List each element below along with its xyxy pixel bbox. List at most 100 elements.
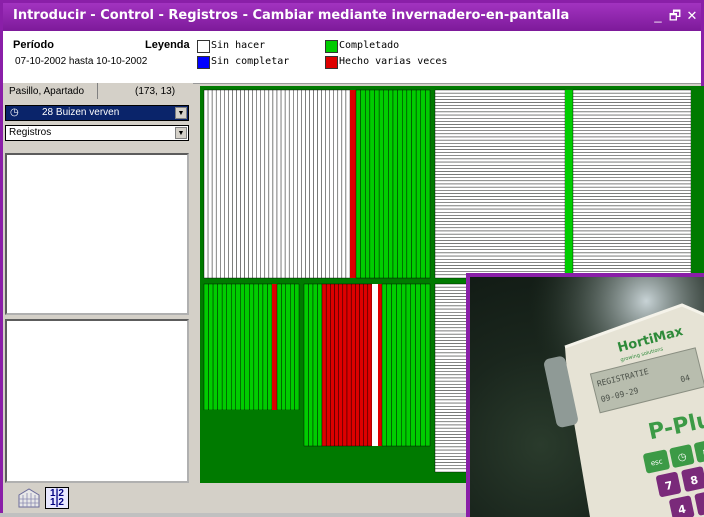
bed-row: [434, 130, 566, 135]
bed-row: [572, 127, 692, 131]
minimize-button[interactable]: _: [649, 7, 667, 25]
bed-row: [434, 161, 566, 166]
bed-row: [434, 124, 566, 128]
bed-row: [249, 283, 255, 411]
bed-row: [434, 136, 566, 141]
bed-row: [572, 121, 692, 125]
bed-row: [221, 283, 227, 411]
bed-row: [572, 96, 692, 100]
bed-row: [321, 283, 327, 447]
bed-row: [284, 89, 290, 279]
bed-row: [572, 180, 692, 185]
bed-row: [369, 89, 375, 279]
location-bar: Pasillo, Apartado (173, 13): [5, 83, 189, 103]
bed-row: [215, 89, 221, 279]
bed-row: [434, 237, 566, 241]
bed-row: [434, 146, 566, 150]
bed-row: [396, 283, 402, 447]
bed-row: [406, 89, 412, 279]
bed-row: [232, 89, 237, 279]
close-button[interactable]: ✕: [683, 7, 701, 25]
bed-row: [434, 193, 566, 197]
bed-row: [572, 205, 692, 210]
bed-row: [572, 102, 692, 106]
bed-row: [572, 230, 692, 235]
task-select-value: 28 Buizen verven: [42, 107, 120, 118]
bed-row: [434, 149, 566, 153]
legend-swatch-done-multiple: [325, 56, 338, 69]
bed-row: [411, 89, 417, 279]
bed-row: [434, 108, 566, 113]
bed-row: [572, 99, 692, 103]
task-select[interactable]: ◷ 28 Buizen verven ▼: [5, 105, 189, 121]
bed-row: [280, 89, 286, 279]
bed-row: [572, 221, 692, 225]
location-label: Pasillo, Apartado: [9, 86, 85, 97]
title-bar[interactable]: Introducir - Control - Registros - Cambi…: [3, 3, 701, 31]
bed-row: [434, 155, 566, 160]
bed-row: [235, 283, 241, 411]
bed-row: [228, 89, 233, 279]
left-panel: Pasillo, Apartado (173, 13) ◷ 28 Buizen …: [3, 83, 193, 483]
bed-row: [572, 164, 692, 169]
bed-row: [434, 114, 566, 119]
details-list[interactable]: [5, 319, 189, 483]
bed-row: [309, 89, 314, 279]
app-window: Introducir - Control - Registros - Cambi…: [0, 0, 704, 517]
bed-row: [572, 246, 692, 251]
bed-row: [572, 243, 692, 247]
chevron-down-icon[interactable]: ▼: [175, 127, 187, 139]
bed-row: [434, 196, 566, 200]
bed-row: [572, 149, 692, 153]
bed-row: [388, 89, 394, 279]
bed-row: [374, 89, 380, 279]
bed-row: [572, 139, 692, 144]
bed-row: [572, 262, 692, 266]
numbered-list-icon[interactable]: 1|2 1|2: [45, 487, 69, 509]
bed-row: [317, 89, 322, 279]
chevron-down-icon[interactable]: ▼: [175, 107, 187, 119]
bed-row: [400, 283, 407, 447]
bed-row: [572, 143, 692, 147]
bed-row: [434, 199, 566, 203]
greenhouse-icon[interactable]: [17, 487, 41, 509]
bed-row: [256, 89, 261, 279]
bed-row: [312, 283, 318, 447]
location-coords: (173, 13): [135, 86, 176, 97]
bed-row: [572, 215, 692, 219]
bed-row: [350, 90, 356, 278]
bed-row: [434, 121, 566, 125]
bed-row: [434, 258, 566, 263]
bed-row: [289, 283, 295, 411]
bed-row: [244, 283, 250, 411]
bed-row: [260, 89, 266, 279]
view-select[interactable]: Registros ▼: [5, 125, 189, 141]
bed-row: [288, 89, 294, 279]
bed-row: [572, 249, 692, 254]
bed-row: [325, 283, 331, 447]
bed-row: [305, 89, 310, 279]
handheld-device-photo: HortiMax growing solutions REGISTRATIE 0…: [466, 273, 704, 517]
bed-row: [572, 146, 692, 150]
bed-row: [281, 283, 287, 411]
records-list[interactable]: [5, 153, 189, 315]
bed-row: [572, 186, 692, 191]
legend-swatch-incomplete: [197, 56, 210, 69]
bed-row: [321, 89, 326, 279]
bed-row: [572, 183, 692, 188]
bed-row: [434, 127, 566, 131]
bed-row: [365, 89, 371, 279]
bed-row: [572, 233, 692, 238]
bed-row: [434, 105, 566, 109]
bed-row: [434, 118, 566, 122]
bed-row: [572, 92, 692, 97]
bed-row: [434, 246, 566, 251]
bed-row: [226, 283, 232, 411]
bed-row: [434, 99, 566, 103]
bed-row: [434, 243, 566, 247]
bed-row: [264, 89, 270, 279]
restore-button[interactable]: 🗗: [666, 7, 684, 25]
bed-row: [434, 183, 566, 188]
bed-row: [337, 89, 343, 279]
legend-text-incomplete: Sin completar: [211, 56, 290, 67]
